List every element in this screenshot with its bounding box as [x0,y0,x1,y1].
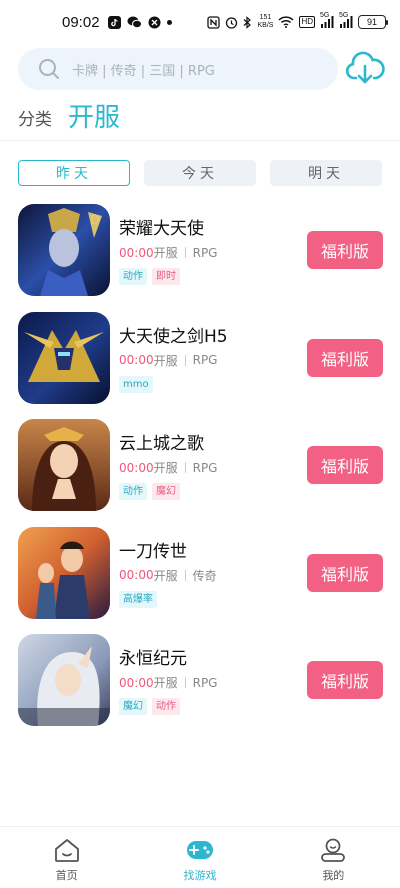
game-name: 大天使之剑H5 [119,326,228,347]
search-input[interactable]: 卡牌 | 传奇 | 三国 | RPG [18,48,338,90]
app-notify-icon [148,16,161,29]
welfare-button[interactable]: 福利版 [307,231,383,269]
open-label: 开服 [153,353,178,368]
category-link[interactable]: 分类 [18,105,52,130]
wechat-icon [127,16,142,29]
meta-divider [184,462,186,473]
game-meta: 00:00 开服 RPG [119,459,217,476]
search-icon [39,59,59,79]
list-item[interactable]: 永恒纪元 00:00 开服 RPG 魔幻 动作 福利版 [0,634,400,742]
meta-divider [184,354,186,366]
nav-mine-label: 我的 [322,869,345,882]
net-speed-unit: KB/S [257,22,274,29]
game-list: D 荣耀大天使 00:00 开服 RPG 动作 即时 福利版 大天使之剑H5 0… [0,204,400,742]
bluetooth-icon [243,15,252,29]
game-tag: 动作 [119,268,147,285]
net-speed: 151 KB/S [257,14,273,30]
game-icon-image[interactable]: D [18,204,110,296]
welfare-button[interactable]: 福利版 [307,446,383,484]
game-icon-image[interactable] [18,634,110,726]
game-genre: RPG [192,245,218,260]
wifi-icon [278,16,294,28]
game-name: 荣耀大天使 [119,219,204,239]
list-item[interactable]: 一刀传世 00:00 开服 传奇 高爆率 福利版 [0,526,400,635]
bottom-nav: 首页 找游戏 我的 [0,826,400,888]
game-tag: 即时 [152,268,180,285]
game-meta: 00:00 开服 RPG [119,674,217,691]
meta-divider [184,569,186,581]
page-title: 开服 [68,103,121,133]
list-item[interactable]: D 荣耀大天使 00:00 开服 RPG 动作 即时 福利版 [0,204,400,312]
open-time: 00:00 [119,675,154,690]
welfare-button[interactable]: 福利版 [307,338,383,377]
open-label: 开服 [153,246,178,260]
game-tag: 动作 [152,698,180,715]
search-placeholder: 卡牌 | 传奇 | 三国 | RPG [72,63,215,79]
game-tags: 高爆率 [119,590,162,608]
open-time: 00:00 [119,460,154,475]
gamepad-icon [186,841,213,859]
signal-icon-1: 5G [320,12,334,28]
day-tabs: 昨天 今天 明天 [18,160,382,186]
game-icon-image[interactable] [18,311,110,404]
status-time: 09:02 [62,13,100,31]
list-item[interactable]: 大天使之剑H5 00:00 开服 RPG mmo 福利版 [0,311,400,420]
header-divider [0,140,400,141]
cloud-download-icon[interactable] [345,50,385,88]
game-tag: 高爆率 [119,590,157,608]
open-time: 00:00 [119,353,154,367]
game-tags: 魔幻 动作 [119,698,185,715]
game-genre: RPG [192,353,218,367]
more-notifications-dot [166,19,172,25]
battery-icon: 91 [358,15,388,29]
welfare-button[interactable]: 福利版 [307,661,383,699]
net-speed-value: 151 [259,14,272,21]
status-bar: 09:02 151 KB/S HD 5G 5G 91 [0,0,400,44]
welfare-button[interactable]: 福利版 [307,553,383,592]
open-label: 开服 [153,568,178,583]
nav-mine[interactable]: 我的 [273,827,393,888]
game-tags: 动作 即时 [119,268,185,285]
tiktok-icon [107,15,121,29]
nav-find-games-label: 找游戏 [183,869,217,882]
user-icon [321,838,346,862]
open-time: 00:00 [119,245,154,260]
open-time: 00:00 [119,568,154,582]
meta-divider [184,677,186,688]
game-tag: mmo [119,375,153,393]
svg-text:D: D [90,213,100,227]
game-tags: mmo [119,375,158,393]
alarm-icon [225,16,238,29]
game-tags: 动作 魔幻 [119,483,185,500]
game-meta: 00:00 开服 RPG [119,244,217,261]
game-tag: 魔幻 [152,483,180,500]
game-genre: 传奇 [192,568,217,583]
category-header: 分类 开服 [18,98,120,134]
game-name: 永恒纪元 [119,649,187,669]
game-meta: 00:00 开服 RPG [119,352,217,369]
nfc-icon [207,15,221,29]
nav-home[interactable]: 首页 [7,827,127,888]
nav-find-games[interactable]: 找游戏 [140,827,260,888]
game-icon-image[interactable] [18,419,110,511]
home-icon [54,839,79,862]
game-tag: 魔幻 [119,698,147,715]
list-item[interactable]: 云上城之歌 00:00 开服 RPG 动作 魔幻 福利版 [0,419,400,527]
open-label: 开服 [153,676,178,690]
nav-home-label: 首页 [55,869,78,882]
open-label: 开服 [153,461,178,475]
game-name: 一刀传世 [119,541,187,562]
meta-divider [184,247,186,258]
game-name: 云上城之歌 [119,434,204,454]
tab-yesterday[interactable]: 昨天 [18,160,130,186]
game-icon-image[interactable] [18,526,110,619]
hd-badge: HD [299,16,315,28]
game-genre: RPG [192,460,218,475]
tab-tomorrow[interactable]: 明天 [270,160,382,186]
game-meta: 00:00 开服 传奇 [119,567,217,584]
tab-today[interactable]: 今天 [144,160,256,186]
signal-icon-2: 5G [339,12,353,28]
game-genre: RPG [192,675,218,690]
game-tag: 动作 [119,483,147,500]
